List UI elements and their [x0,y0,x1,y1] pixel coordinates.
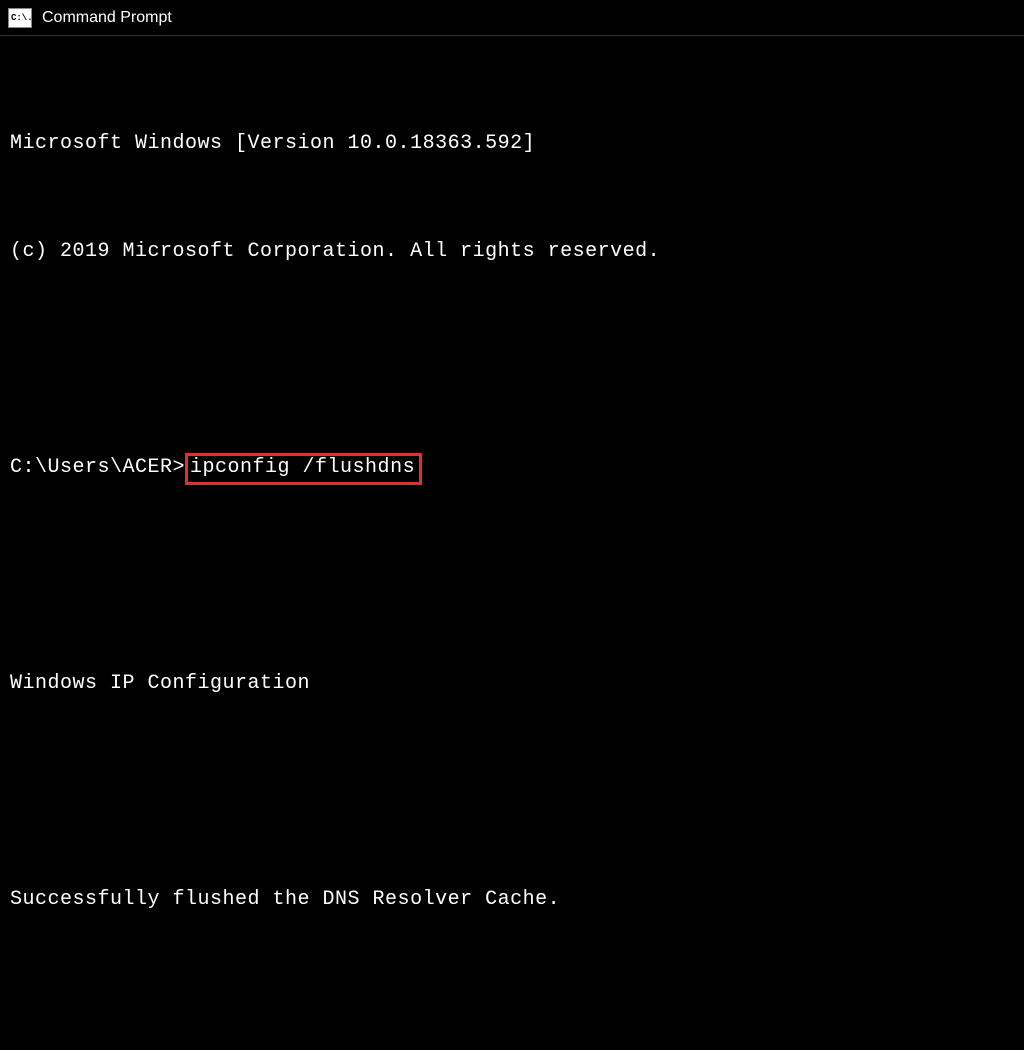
blank-line [10,774,1014,810]
terminal-output[interactable]: Microsoft Windows [Version 10.0.18363.59… [0,36,1024,1050]
copyright-line: (c) 2019 Microsoft Corporation. All righ… [10,234,1014,270]
blank-line [10,990,1014,1026]
window-title: Command Prompt [42,9,172,27]
command-highlight: ipconfig /flushdns [185,453,422,485]
command-line-1: C:\Users\ACER>ipconfig /flushdns [10,450,1014,486]
prompt-path: C:\Users\ACER> [10,450,185,486]
success-line: Successfully flushed the DNS Resolver Ca… [10,882,1014,918]
window-titlebar[interactable]: C:\. Command Prompt [0,0,1024,36]
blank-line [10,558,1014,594]
config-header-line: Windows IP Configuration [10,666,1014,702]
cmd-icon: C:\. [8,8,32,28]
blank-line [10,342,1014,378]
version-line: Microsoft Windows [Version 10.0.18363.59… [10,126,1014,162]
